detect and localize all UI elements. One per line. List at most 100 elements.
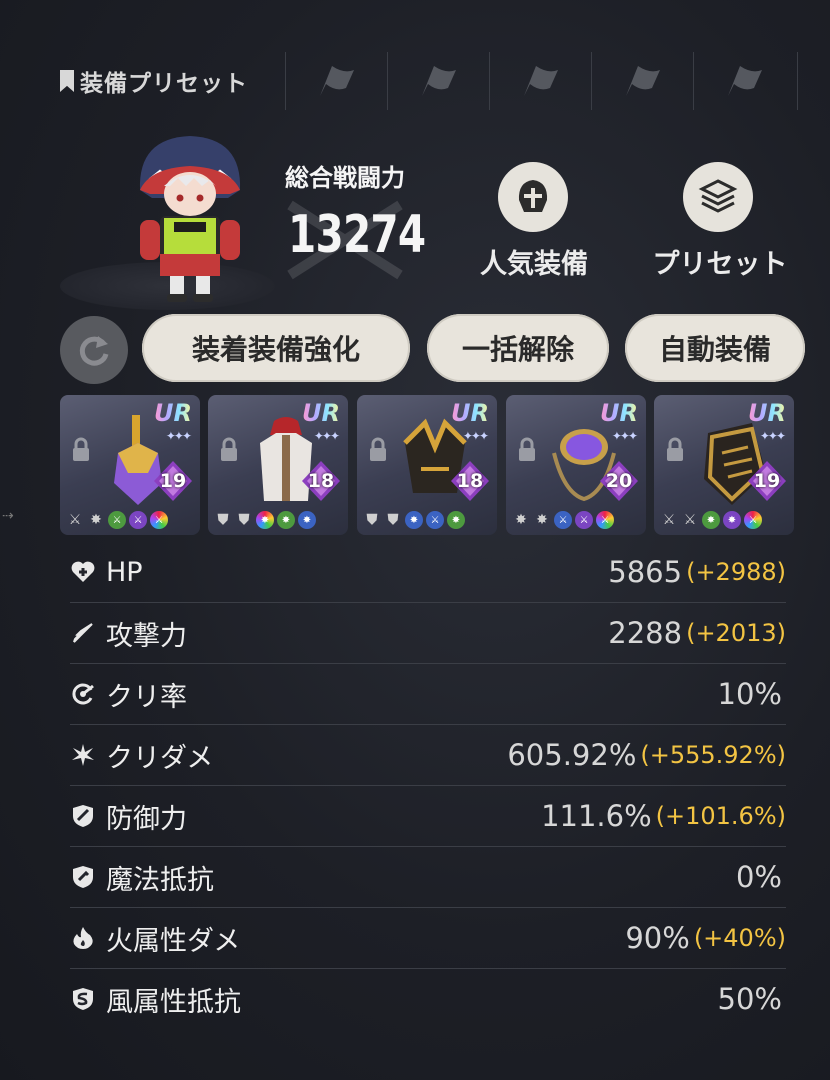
stat-row-wind-resist: 風属性抵抗 50%	[70, 969, 786, 1029]
unequip-all-button[interactable]: 一括解除	[427, 314, 609, 382]
rarity-badge: UR	[748, 399, 786, 427]
fire-icon	[70, 925, 96, 951]
power-title: 総合戦闘力	[285, 164, 405, 192]
refresh-button[interactable]	[60, 316, 128, 384]
popular-equipment-button[interactable]	[498, 162, 568, 232]
blue-rune-icon: ⚔	[426, 511, 444, 529]
shield-slot-icon: ⛊	[217, 512, 229, 528]
preset-slot-3[interactable]	[489, 52, 590, 110]
preset-label[interactable]: プリセット	[640, 242, 800, 281]
lock-icon[interactable]	[664, 437, 686, 463]
rarity-badge: UR	[451, 399, 489, 427]
layers-icon	[698, 179, 738, 213]
preset-slot-5[interactable]	[693, 52, 798, 110]
enhance-equipped-button[interactable]: 装着装備強化	[142, 314, 410, 382]
crit-rate-icon	[70, 681, 96, 707]
purple-rune-icon: ⚔	[129, 511, 147, 529]
popular-equipment-label[interactable]: 人気装備	[466, 242, 602, 281]
stat-value: 111.6%	[541, 799, 652, 833]
lock-icon[interactable]	[367, 437, 389, 463]
stat-row-defense: 防御力 111.6% (+101.6%)	[70, 786, 786, 847]
sword-plus-icon: ⚔	[68, 512, 82, 528]
flag-icon	[524, 66, 558, 96]
character-avatar[interactable]	[110, 128, 270, 308]
level-badge: 20	[600, 461, 638, 501]
preset-button[interactable]	[683, 162, 753, 232]
helmet-icon	[518, 180, 548, 212]
stat-bonus: (+101.6%)	[655, 802, 786, 830]
burst-icon: ✸	[515, 512, 527, 528]
equipment-card-2[interactable]: UR ✦✦✦ 18 ⛊ ⛊ ✸ ✸ ✸	[208, 395, 348, 535]
preset-slot-4[interactable]	[591, 52, 692, 110]
shield-icon	[70, 803, 96, 829]
stat-row-attack: 攻撃力 2288 (+2013)	[70, 603, 786, 664]
equipment-card-5[interactable]: UR ✦✦✦ 19 ⚔ ⚔ ✸ ✸ ⚔	[654, 395, 794, 535]
side-arrow-icon: ⇢	[2, 508, 14, 524]
green-rune-icon: ✸	[702, 511, 720, 529]
stat-bonus: (+40%)	[693, 924, 786, 952]
stat-row-fire-damage: 火属性ダメ 90% (+40%)	[70, 908, 786, 969]
stat-value: 10%	[717, 677, 782, 711]
green-rune-icon: ✸	[277, 511, 295, 529]
stat-row-magic-resist: 魔法抵抗 0%	[70, 847, 786, 908]
stat-value: 2288	[608, 616, 683, 650]
level-value: 19	[753, 470, 781, 492]
equipment-card-1[interactable]: UR ✦✦✦ 19 ⚔ ✸ ⚔ ⚔ ⚔	[60, 395, 200, 535]
wind-resist-icon	[70, 986, 96, 1012]
stats-list: HP 5865 (+2988) 攻撃力 2288 (+2013) クリ率 10% ク…	[70, 542, 786, 1029]
sword-icon	[70, 620, 96, 646]
level-value: 19	[159, 470, 187, 492]
stat-row-crit-rate: クリ率 10%	[70, 664, 786, 725]
stat-value: 5865	[608, 555, 683, 589]
preset-slot-1[interactable]	[285, 52, 386, 110]
star-rank-icon: ✦✦✦	[611, 429, 638, 443]
rune-slots: ⚔ ⚔ ✸ ✸ ⚔	[660, 511, 762, 529]
auto-equip-button[interactable]: 自動装備	[625, 314, 805, 382]
stat-name: HP	[106, 556, 143, 588]
star-rank-icon: ✦✦✦	[462, 429, 489, 443]
green-rune-icon: ✸	[447, 511, 465, 529]
flag-icon	[626, 66, 660, 96]
stat-value: 90%	[625, 921, 690, 955]
purple-rune-icon: ✸	[723, 511, 741, 529]
preset-slot-2[interactable]	[387, 52, 488, 110]
sword-plus-icon: ⚔	[683, 512, 697, 528]
lock-icon[interactable]	[218, 437, 240, 463]
shield-slot-icon: ⛊	[238, 512, 250, 528]
rune-slots: ✸ ✸ ⚔ ⚔ ⚔	[512, 511, 614, 529]
lock-icon[interactable]	[516, 437, 538, 463]
blue-rune-icon: ⚔	[554, 511, 572, 529]
flag-icon	[320, 66, 354, 96]
level-badge: 18	[302, 461, 340, 501]
blue-rune-icon: ✸	[405, 511, 423, 529]
stat-bonus: (+2013)	[686, 619, 786, 647]
lock-icon[interactable]	[70, 437, 92, 463]
rainbow-rune-icon: ⚔	[744, 511, 762, 529]
stat-name: 攻撃力	[106, 620, 187, 652]
level-badge: 19	[748, 461, 786, 501]
stat-row-hp: HP 5865 (+2988)	[70, 542, 786, 603]
burst-icon: ✸	[90, 512, 102, 528]
refresh-icon	[79, 336, 109, 366]
stat-value: 605.92%	[507, 738, 637, 772]
rainbow-rune-icon: ⚔	[150, 511, 168, 529]
power-value: 13274	[288, 205, 426, 265]
stat-name: 防御力	[106, 803, 187, 835]
rainbow-rune-icon: ⚔	[596, 511, 614, 529]
shield-slot-icon: ⛊	[366, 512, 378, 528]
stat-name: 風属性抵抗	[106, 986, 241, 1018]
purple-rune-icon: ⚔	[575, 511, 593, 529]
star-rank-icon: ✦✦✦	[759, 429, 786, 443]
crit-damage-icon	[70, 742, 96, 768]
stat-row-crit-damage: クリダメ 605.92% (+555.92%)	[70, 725, 786, 786]
preset-bar: 装備プリセット	[60, 52, 830, 110]
bookmark-icon	[60, 70, 74, 92]
heart-plus-icon	[70, 559, 96, 585]
stat-value: 50%	[717, 982, 782, 1016]
green-rune-icon: ⚔	[108, 511, 126, 529]
equipment-card-4[interactable]: UR ✦✦✦ 20 ✸ ✸ ⚔ ⚔ ⚔	[506, 395, 646, 535]
stat-name: クリダメ	[106, 742, 214, 774]
star-rank-icon: ✦✦✦	[313, 429, 340, 443]
burst-plus-icon: ✸	[536, 512, 548, 528]
equipment-card-3[interactable]: UR ✦✦✦ 18 ⛊ ⛊ ✸ ⚔ ✸	[357, 395, 497, 535]
